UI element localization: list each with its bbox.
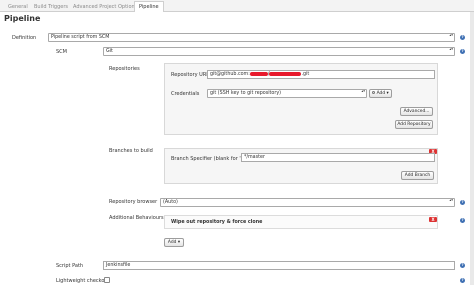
select-arrows-icon: ▴▾ [449,198,453,202]
tab-general[interactable]: General [4,2,32,12]
definition-help-icon[interactable]: ? [460,35,465,40]
script-path-label: Script Path [56,263,84,269]
scm-help-icon[interactable]: ? [460,49,465,54]
behaviour-help-icon[interactable]: ? [460,218,465,223]
repositories-label: Repositories [109,66,140,72]
lightweight-checkout-label: Lightweight checkout [56,278,110,284]
credentials-select[interactable]: git (SSH key to git repository) ▴▾ [207,89,367,98]
scm-select[interactable]: Git ▴▾ [103,47,455,56]
advanced-button[interactable]: Advanced... [400,107,433,116]
definition-label: Definition [12,35,37,41]
chevron-down-icon: ▾ [386,91,389,96]
tab-advanced-project-options[interactable]: Advanced Project Options [69,2,141,12]
add-behaviour-label: Add [167,240,177,245]
script-path-input[interactable]: Jenkinsfile [103,261,455,270]
redacted-repository-mark [269,71,302,76]
definition-value: Pipeline script from SCM [51,35,110,40]
repository-browser-label: Repository browser [109,199,158,205]
repository-browser-value: (Auto) [163,200,178,205]
tab-build-triggers[interactable]: Build Triggers [30,2,72,12]
repository-browser-select[interactable]: (Auto) ▴▾ [160,198,455,207]
add-branch-button[interactable]: Add Branch [401,171,434,180]
repository-browser-help-icon[interactable]: ? [460,200,465,205]
additional-behaviours-label: Additional Behaviours [109,215,164,221]
script-path-help-icon[interactable]: ? [460,263,465,268]
lightweight-checkout-help-icon[interactable]: ? [460,278,465,283]
redacted-username-mark [249,71,268,76]
repository-url-suffix: .git [301,72,310,77]
repository-url-prefix: git@github.com: [210,72,250,77]
tab-pipeline[interactable]: Pipeline [134,1,164,12]
add-repository-button[interactable]: Add Repository [395,120,433,129]
scm-value: Git [106,49,113,54]
repository-url-input[interactable]: git@github.com:/.git [207,70,435,79]
section-title-pipeline: Pipeline [4,14,41,23]
add-credentials-label: Add [376,91,386,96]
definition-select[interactable]: Pipeline script from SCM ▴▾ [48,33,455,42]
scm-label: SCM [56,49,67,55]
branch-specifier-input[interactable]: */master [241,153,435,162]
select-arrows-icon: ▴▾ [449,47,453,51]
branches-label: Branches to build [109,148,153,154]
page-scrollbar[interactable] [470,12,474,285]
select-arrows-icon: ▴▾ [449,33,453,37]
add-credentials-button[interactable]: Add ▾ [369,89,392,98]
key-icon [372,91,376,94]
select-arrows-icon: ▴▾ [361,89,365,93]
lightweight-checkout-checkbox[interactable] [104,277,110,283]
credentials-value: git (SSH key to git repository) [210,91,282,96]
wipe-out-behaviour-title: Wipe out repository & force clone [171,220,263,225]
credentials-label: Credentials [171,91,200,97]
add-behaviour-button[interactable]: Add ▾ [164,238,184,247]
config-tab-bar: General Build Triggers Advanced Project … [0,0,474,12]
repository-url-label: Repository URL [171,72,210,78]
chevron-down-icon: ▾ [177,240,181,245]
delete-behaviour-icon[interactable]: X [429,217,437,222]
